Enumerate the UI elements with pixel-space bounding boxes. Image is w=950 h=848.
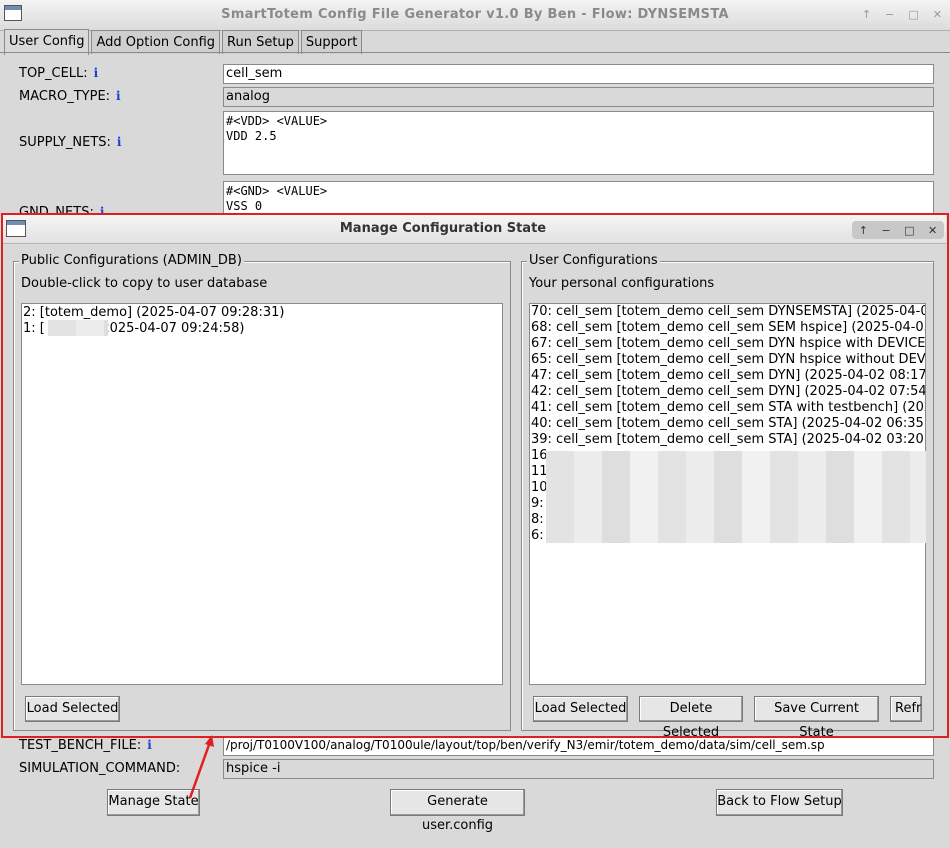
list-item[interactable]: 67: cell_sem [totem_demo cell_sem DYN hs… xyxy=(530,336,925,352)
supply-nets-label-text: SUPPLY_NETS: xyxy=(19,135,111,150)
dialog-close-icon[interactable]: ✕ xyxy=(928,224,937,237)
window-shade-icon[interactable]: ↑ xyxy=(862,8,871,21)
window-controls: ↑ − □ ✕ xyxy=(862,8,942,21)
simulation-command-field[interactable]: hspice -i xyxy=(223,759,934,779)
dialog-minimize-icon[interactable]: − xyxy=(881,224,890,237)
tab-bar: User Config Add Option Config Run Setup … xyxy=(4,29,364,55)
top-cell-label: TOP_CELL: i xyxy=(19,66,98,81)
public-configs-label: Public Configurations (ADMIN_DB) xyxy=(19,253,244,268)
dialog-maximize-icon[interactable]: □ xyxy=(904,224,914,237)
window-title: SmartTotem Config File Generator v1.0 By… xyxy=(221,7,729,22)
refresh-button[interactable]: Refr xyxy=(890,696,922,722)
info-icon[interactable]: i xyxy=(147,738,152,752)
top-cell-label-text: TOP_CELL: xyxy=(19,66,88,81)
annotation-arrow xyxy=(188,735,214,799)
list-item[interactable]: 70: cell_sem [totem_demo cell_sem DYNSEM… xyxy=(530,304,925,320)
info-icon[interactable]: i xyxy=(94,66,99,80)
user-configs-hint: Your personal configurations xyxy=(529,276,715,291)
list-item[interactable]: 47: cell_sem [totem_demo cell_sem DYN] (… xyxy=(530,368,925,384)
tab-add-option-config[interactable]: Add Option Config xyxy=(91,30,221,54)
public-configs-hint: Double-click to copy to user database xyxy=(21,276,268,291)
top-cell-input[interactable]: cell_sem xyxy=(223,64,934,84)
redacted-region xyxy=(546,451,926,543)
list-item[interactable]: 40: cell_sem [totem_demo cell_sem STA] (… xyxy=(530,416,925,432)
test-bench-label: TEST_BENCH_FILE: i xyxy=(19,738,152,753)
back-to-flow-setup-button[interactable]: Back to Flow Setup xyxy=(716,789,843,816)
user-load-selected-button[interactable]: Load Selected xyxy=(533,696,628,722)
list-item[interactable]: 2: [totem_demo] (2025-04-07 09:28:31) xyxy=(22,305,502,321)
list-item[interactable]: 65: cell_sem [totem_demo cell_sem DYN hs… xyxy=(530,352,925,368)
supply-nets-textarea[interactable]: #<VDD> <VALUE> VDD 2.5 xyxy=(223,111,934,175)
dialog-shade-icon[interactable]: ↑ xyxy=(859,224,868,237)
tab-divider xyxy=(0,52,950,53)
dialog-title-bar: Manage Configuration State xyxy=(3,215,946,244)
public-configs-list[interactable]: 2: [totem_demo] (2025-04-07 09:28:31) 1:… xyxy=(21,303,503,685)
redacted-region xyxy=(48,320,108,336)
user-configs-label: User Configurations xyxy=(527,253,660,268)
info-icon[interactable]: i xyxy=(116,89,121,103)
supply-nets-label: SUPPLY_NETS: i xyxy=(19,135,121,150)
generate-user-config-button[interactable]: Generate user.config xyxy=(390,789,525,833)
dialog-title: Manage Configuration State xyxy=(339,221,547,236)
info-icon[interactable]: i xyxy=(117,135,122,149)
macro-type-label-text: MACRO_TYPE: xyxy=(19,89,111,104)
list-item[interactable]: 39: cell_sem [totem_demo cell_sem STA] (… xyxy=(530,432,925,448)
public-load-selected-button[interactable]: Load Selected xyxy=(25,696,120,722)
main-title-bar: SmartTotem Config File Generator v1.0 By… xyxy=(0,0,950,31)
list-item[interactable]: 42: cell_sem [totem_demo cell_sem DYN] (… xyxy=(530,384,925,400)
list-item[interactable]: 41: cell_sem [totem_demo cell_sem STA wi… xyxy=(530,400,925,416)
window-minimize-icon[interactable]: − xyxy=(885,8,894,21)
dialog-controls: ↑ − □ ✕ xyxy=(852,221,944,239)
macro-type-label: MACRO_TYPE: i xyxy=(19,89,121,104)
window-close-icon[interactable]: ✕ xyxy=(933,8,942,21)
tab-run-setup[interactable]: Run Setup xyxy=(222,30,299,54)
simulation-command-label: SIMULATION_COMMAND: xyxy=(19,761,181,776)
delete-selected-button[interactable]: Delete Selected xyxy=(639,696,743,740)
tab-support[interactable]: Support xyxy=(300,30,363,54)
window-maximize-icon[interactable]: □ xyxy=(908,8,918,21)
list-item[interactable]: 68: cell_sem [totem_demo cell_sem SEM hs… xyxy=(530,320,925,336)
macro-type-field[interactable]: analog xyxy=(223,87,934,107)
save-current-state-button[interactable]: Save Current State xyxy=(754,696,879,740)
test-bench-label-text: TEST_BENCH_FILE: xyxy=(19,738,142,753)
